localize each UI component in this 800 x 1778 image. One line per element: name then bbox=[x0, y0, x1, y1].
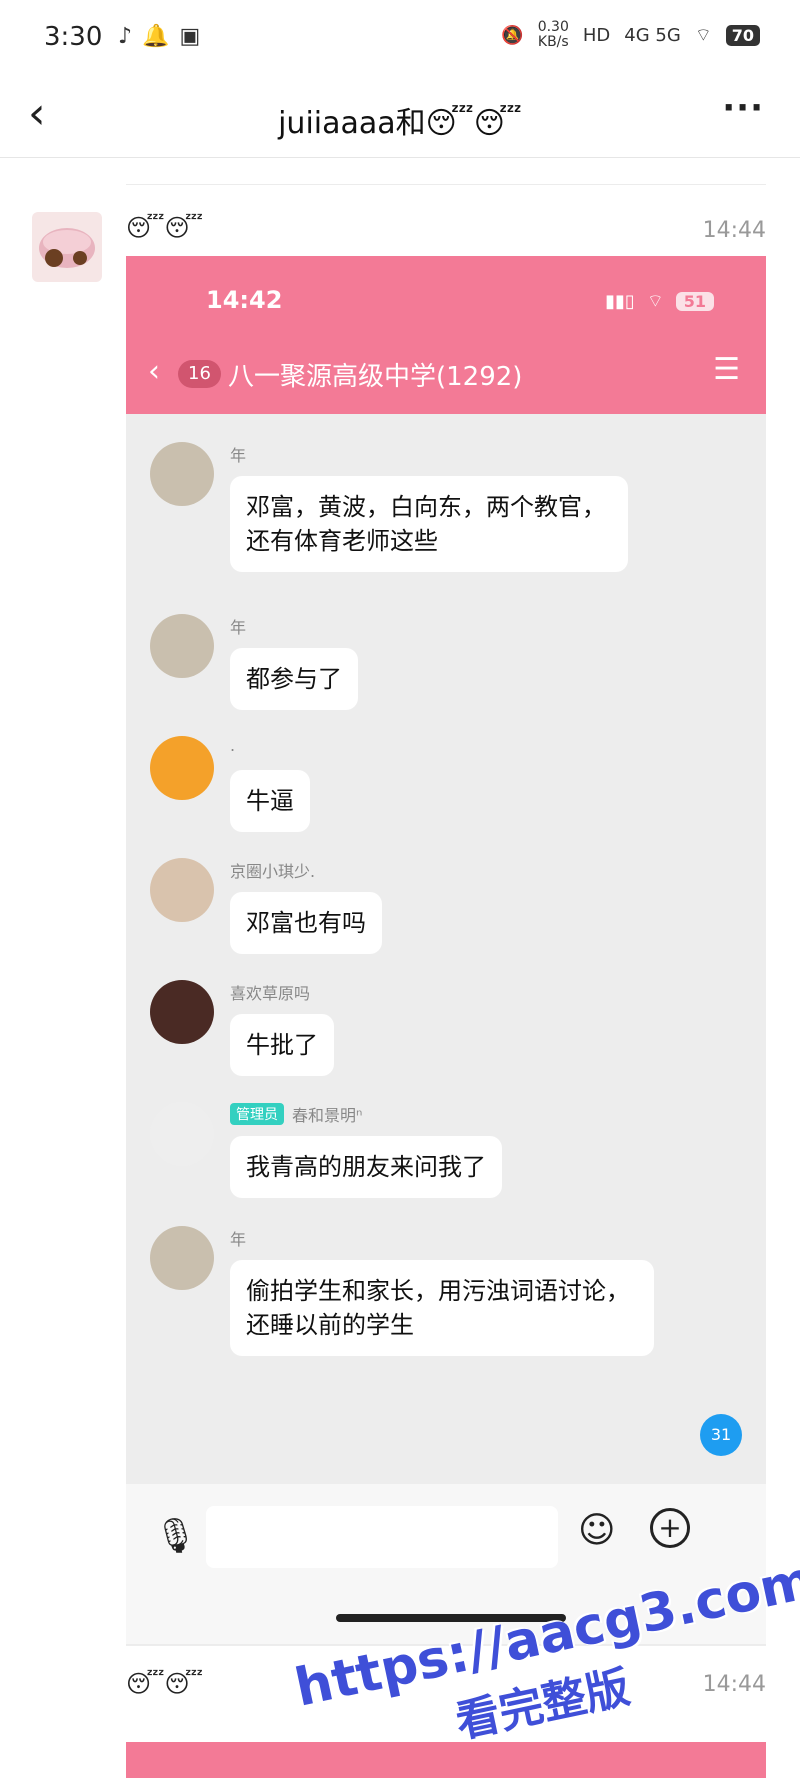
qq-icon: 🔔 bbox=[142, 24, 170, 49]
plus-icon: + bbox=[650, 1508, 690, 1548]
chat-header: ‹ juiiaaaa和😴😴 ··· bbox=[0, 78, 800, 158]
new-messages-badge: 31 bbox=[700, 1414, 742, 1456]
sender-name: 春和景明ⁿ bbox=[292, 1106, 363, 1125]
speed-unit: KB/s bbox=[537, 34, 569, 50]
message-bubble: 我青高的朋友来问我了 bbox=[230, 1136, 502, 1198]
message-sender: 年 bbox=[230, 614, 246, 638]
inner-battery: 51 bbox=[675, 292, 714, 311]
more-options-icon[interactable]: ··· bbox=[722, 88, 764, 128]
admin-badge: 管理员 bbox=[230, 1103, 284, 1125]
avatar bbox=[150, 614, 214, 678]
message-sender: . bbox=[230, 736, 235, 755]
avatar bbox=[150, 980, 214, 1044]
inner-back-icon: ‹ bbox=[148, 354, 160, 389]
avatar bbox=[150, 1226, 214, 1290]
message-bubble: 邓富也有吗 bbox=[230, 892, 382, 954]
sender-emoji: 😴😴 bbox=[126, 1670, 203, 1698]
mute-icon: 🔕 bbox=[501, 24, 524, 46]
inner-signal-icon: ▮▮▯ bbox=[605, 291, 635, 312]
battery-indicator: 70 bbox=[725, 24, 760, 46]
avatar bbox=[150, 442, 214, 506]
message-bubble: 都参与了 bbox=[230, 648, 358, 710]
status-right: 🔕 0.30 KB/s HD 4G 5G ⌔ 70 bbox=[501, 20, 760, 50]
sender-name: 京圈小琪少. bbox=[230, 862, 316, 881]
tiktok-icon: ♪ bbox=[118, 24, 133, 49]
speed-value: 0.30 bbox=[537, 19, 569, 35]
network-speed: 0.30 KB/s bbox=[538, 20, 569, 50]
calendar-icon: ▣ bbox=[179, 24, 201, 49]
inner-message-input bbox=[206, 1506, 558, 1568]
message-bubble: 牛批了 bbox=[230, 1014, 334, 1076]
inner-time: 14:42 bbox=[206, 286, 283, 314]
message-sender: 管理员 春和景明ⁿ bbox=[230, 1102, 362, 1126]
inner-unread-badge: 16 bbox=[178, 360, 221, 388]
wifi-icon: ⌔ bbox=[694, 24, 712, 46]
sender-name: . bbox=[230, 736, 236, 755]
post-time: 14:44 bbox=[702, 218, 766, 243]
avatar bbox=[150, 1102, 214, 1166]
message-sender: 年 bbox=[230, 1226, 246, 1250]
inner-wifi-icon: ⌔ bbox=[646, 291, 664, 312]
status-bar: 3:30 ♪ 🔔 ▣ 🔕 0.30 KB/s HD 4G 5G ⌔ 70 bbox=[0, 0, 800, 78]
inner-menu-icon: ☰ bbox=[713, 352, 740, 387]
sender-name: 年 bbox=[230, 1230, 247, 1249]
sender-name: 年 bbox=[230, 446, 247, 465]
message-bubble: 邓富，黄波，白向东，两个教官，还有体育老师这些 bbox=[230, 476, 628, 572]
inner-status-icons: ▮▮▯ ⌔ 51 bbox=[605, 290, 714, 313]
sender-avatar[interactable] bbox=[32, 212, 102, 282]
avatar bbox=[150, 858, 214, 922]
message-bubble: 偷拍学生和家长，用污浊词语讨论，还睡以前的学生 bbox=[230, 1260, 654, 1356]
avatar bbox=[150, 736, 214, 800]
signal-icon: 4G 5G bbox=[624, 24, 681, 46]
divider bbox=[126, 184, 766, 185]
sender-name: 年 bbox=[230, 618, 247, 637]
shared-screenshot[interactable]: 14:42 ▮▮▯ ⌔ 51 ‹ 16 八一聚源高级中学(1292) ☰ 年 邓… bbox=[126, 256, 766, 1646]
message-sender: 京圈小琪少. bbox=[230, 858, 315, 882]
microphone-icon: 🎙 bbox=[154, 1516, 198, 1556]
status-time: 3:30 bbox=[44, 22, 103, 52]
notification-icons: ♪ 🔔 ▣ bbox=[118, 24, 200, 49]
chat-title: juiiaaaa和😴😴 bbox=[278, 106, 522, 141]
hd-icon: HD bbox=[582, 24, 611, 46]
message-sender: 喜欢草原吗 bbox=[230, 980, 310, 1004]
sender-emoji: 😴😴 bbox=[126, 214, 203, 242]
message-sender: 年 bbox=[230, 442, 246, 466]
chat-feed[interactable]: 😴😴 14:44 14:42 ▮▮▯ ⌔ 51 ‹ 16 八一聚源高级中学(12… bbox=[0, 158, 800, 1778]
inner-group-title: 八一聚源高级中学(1292) bbox=[228, 362, 523, 392]
message-bubble: 牛逼 bbox=[230, 770, 310, 832]
sender-name: 喜欢草原吗 bbox=[230, 984, 311, 1003]
emoji-icon: ☺ bbox=[578, 1510, 616, 1551]
